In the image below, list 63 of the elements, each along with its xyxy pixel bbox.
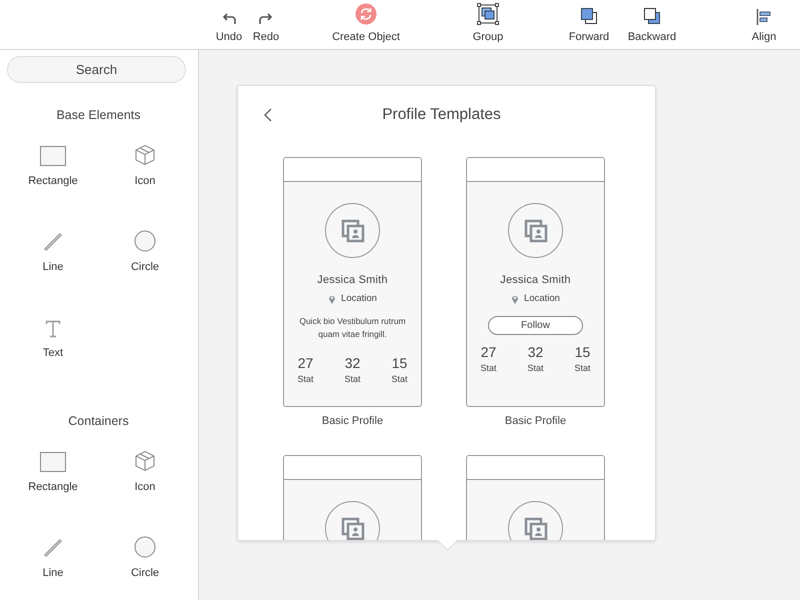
element-item[interactable]: Icon — [110, 450, 180, 496]
stat-value: 27 — [298, 355, 314, 371]
align-left-icon — [756, 9, 772, 25]
rectangle-icon — [40, 452, 66, 472]
cube-icon — [134, 450, 156, 472]
toolbar-button[interactable]: Align — [734, 0, 794, 49]
element-item[interactable]: Line — [18, 536, 88, 582]
bio-text: Quick bio Vestibulum rutrum quam vitae fringill. — [298, 315, 407, 341]
stat-value: 32 — [344, 355, 360, 371]
toolbar-button[interactable]: Create Object — [284, 0, 448, 49]
section-heading: Containers — [67, 414, 130, 428]
rectangle-icon — [40, 146, 66, 166]
profile-card-template[interactable]: Jessica Smith Location Follow 27 Stat 32 Stat 15 Stat — [466, 157, 605, 407]
stat-value: 27 — [480, 344, 496, 360]
follow-button[interactable]: Follow — [488, 316, 583, 335]
location-label: Location — [341, 293, 377, 304]
toolbar-button[interactable]: Group — [448, 0, 528, 49]
popover-title: Profile Templates — [381, 106, 502, 124]
element-item[interactable]: Rectangle — [18, 144, 88, 190]
cube-icon — [134, 144, 156, 166]
toolbar-button[interactable]: Backward — [620, 0, 684, 49]
stat-label: Stat — [527, 363, 544, 373]
stat-label: Stat — [344, 374, 360, 384]
template-caption: Basic Profile — [504, 415, 568, 427]
stat-label: Stat — [480, 363, 497, 373]
stat-value: 32 — [528, 344, 544, 360]
group-icon — [477, 3, 499, 25]
location-label: Location — [524, 293, 560, 304]
chevron-left-icon — [264, 108, 272, 122]
stat-value: 15 — [392, 355, 408, 371]
profile-name: Jessica Smith — [317, 274, 388, 286]
redo-icon — [258, 13, 274, 25]
location-pin-icon — [511, 294, 520, 304]
line-icon — [43, 232, 63, 252]
element-item[interactable]: Rectangle — [18, 450, 88, 496]
refresh-icon — [355, 3, 377, 25]
photo-stack-icon — [524, 218, 548, 242]
circle-icon — [134, 230, 156, 252]
bring-forward-icon — [580, 7, 598, 25]
element-item[interactable]: Line — [18, 230, 88, 276]
stat-label: Stat — [298, 374, 314, 384]
element-item[interactable]: Icon — [110, 144, 180, 190]
element-item[interactable]: Circle — [110, 536, 180, 582]
line-icon — [43, 538, 63, 558]
toolbar-button[interactable]: Undo — [210, 0, 248, 49]
stat-label: Stat — [574, 363, 590, 373]
search-field[interactable]: Search — [7, 56, 186, 83]
profile-name: Jessica Smith — [500, 274, 571, 286]
stat-label: Stat — [391, 374, 408, 384]
undo-icon — [221, 13, 237, 25]
circle-icon — [134, 536, 156, 558]
location-pin-icon — [328, 294, 336, 304]
profile-card-template[interactable]: Jessica Smith Location Quick bio Vestibulum rutrum quam vitae fringill. 27 Stat 32 Stat 15 Stat — [283, 157, 422, 407]
text-icon — [45, 320, 61, 338]
section-heading: Base Elements — [55, 108, 142, 122]
send-backward-icon — [643, 7, 661, 25]
toolbar-button[interactable]: Redo — [248, 0, 284, 49]
toolbar-button[interactable]: Forward — [558, 0, 620, 49]
element-item[interactable]: Text — [18, 316, 88, 362]
template-caption: Basic Profile — [320, 415, 384, 427]
stat-value: 15 — [574, 344, 590, 360]
element-item[interactable]: Circle — [110, 230, 180, 276]
photo-stack-icon — [340, 218, 364, 242]
